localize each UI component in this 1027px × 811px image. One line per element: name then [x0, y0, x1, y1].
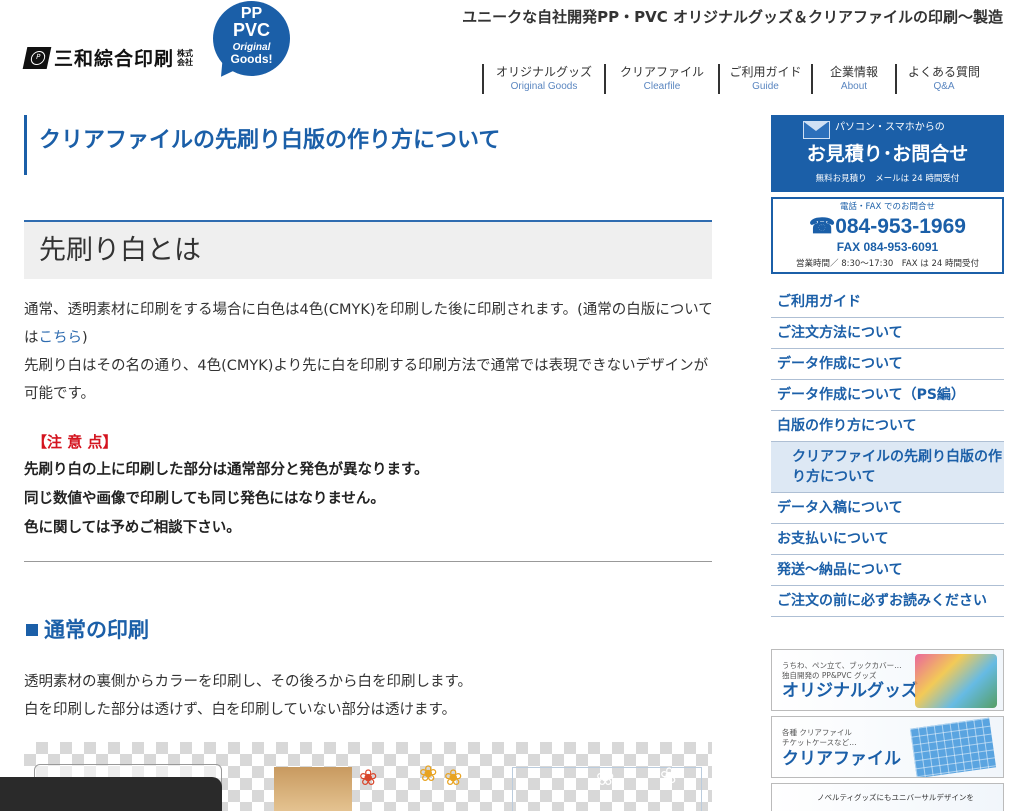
normal-print-heading: 通常の印刷: [26, 614, 149, 646]
nav-original-goods[interactable]: オリジナルグッズ Original Goods: [482, 64, 604, 94]
bottom-overlay-bar[interactable]: [0, 777, 222, 811]
pp-pvc-badge-icon: PP PVC Original Goods!: [213, 1, 290, 76]
sidebar-item-pre-white-plate[interactable]: クリアファイルの先刷り白版の作り方について: [771, 442, 1004, 493]
caution-line: 同じ数値や画像で印刷しても同じ発色にはなりません。: [24, 491, 385, 507]
normal-white-plate-link[interactable]: こちら: [39, 330, 83, 346]
fax-number: FAX 084-953-6091: [836, 240, 939, 254]
envelope-icon: [803, 121, 830, 139]
caution-line: 色に関しては予めご相談下さい。: [24, 520, 241, 536]
page-title-text: クリアファイルの先刷り白版の作り方について: [39, 128, 501, 153]
sidebar-item-payment[interactable]: お支払いについて: [771, 524, 1004, 555]
section-heading: 先刷り白とは: [24, 220, 712, 279]
nav-qa[interactable]: よくある質問 Q&A: [895, 64, 991, 94]
maple-leaf-icon: ❀: [359, 766, 378, 791]
divider: [24, 561, 712, 562]
logo-mark-icon: [22, 46, 52, 69]
site-tagline: ユニークな自社開発PP・PVC オリジナルグッズ＆クリアファイルの印刷～製造: [462, 8, 1003, 26]
sidebar-item-white-plate[interactable]: 白版の作り方について: [771, 411, 1004, 442]
maple-leaf-icon: ❀: [596, 766, 615, 791]
phone-number[interactable]: ☎084-953-1969: [773, 214, 1002, 240]
company-logo[interactable]: 三和綜合印刷 株式会社: [22, 44, 194, 71]
maple-leaf-icon: ❀: [660, 764, 679, 789]
caution-block: 【注 意 点】 先刷り白の上に印刷した部分は通常部分と発色が異なります。 同じ数…: [24, 428, 714, 543]
sidebar-item-data-submission[interactable]: データ入稿について: [771, 493, 1004, 524]
clearfile-banner[interactable]: 各種 クリアファイル チケットケースなど… クリアファイル: [771, 716, 1004, 778]
normal-print-text: 透明素材の裏側からカラーを印刷し、その後ろから白を印刷します。 白を印刷した部分…: [24, 674, 473, 718]
universal-design-banner[interactable]: ノベルティグッズにもユニバーサルデザインを: [771, 783, 1004, 811]
nav-guide[interactable]: ご利用ガイド Guide: [718, 64, 811, 94]
section-heading-text: 先刷り白とは: [39, 235, 201, 266]
original-goods-banner[interactable]: うちわ、ペン立て、ブックカバー… 独自開発の PP&PVC グッズ オリジナルグ…: [771, 649, 1004, 711]
global-nav: オリジナルグッズ Original Goods クリアファイル Clearfil…: [482, 64, 991, 94]
maple-leaf-icon: ❀: [444, 766, 463, 791]
caution-line: 先刷り白の上に印刷した部分は通常部分と発色が異なります。: [24, 462, 429, 478]
nav-about[interactable]: 企業情報 About: [811, 64, 895, 94]
sidebar-item-data-creation[interactable]: データ作成について: [771, 349, 1004, 380]
nav-clearfile[interactable]: クリアファイル Clearfile: [604, 64, 718, 94]
page-title: クリアファイルの先刷り白版の作り方について: [24, 115, 714, 175]
intro-paragraph: 通常、透明素材に印刷をする場合に白色は4色(CMYK)を印刷した後に印刷されます…: [24, 302, 713, 402]
sidebar-item-read-before-order[interactable]: ご注文の前に必ずお読みください: [771, 586, 1004, 617]
autumn-photo-image: [274, 767, 352, 811]
phone-fax-box: 電話・FAX でのお問合せ ☎084-953-1969 FAX 084-953-…: [771, 197, 1004, 274]
caution-title: 【注 意 点】: [32, 433, 118, 451]
sidebar-item-order-method[interactable]: ご注文方法について: [771, 318, 1004, 349]
clearfile-photo-image: [909, 717, 997, 777]
square-bullet-icon: [26, 624, 38, 636]
goods-photo-image: [915, 654, 997, 708]
contact-estimate-button[interactable]: パソコン・スマホからの お見積り･お問合せ 無料お見積り メールは 24 時間受…: [771, 115, 1004, 192]
sidebar-item-guide[interactable]: ご利用ガイド: [771, 287, 1004, 318]
logo-name: 三和綜合印刷: [54, 48, 175, 70]
logo-corp: 株式 会社: [177, 48, 194, 67]
maple-leaf-icon: ❀: [419, 762, 438, 787]
sidebar-item-data-creation-ps[interactable]: データ作成について（PS編）: [771, 380, 1004, 411]
sidebar-menu: ご利用ガイド ご注文方法について データ作成について データ作成について（PS編…: [771, 287, 1004, 617]
sidebar-item-shipping[interactable]: 発送～納品について: [771, 555, 1004, 586]
